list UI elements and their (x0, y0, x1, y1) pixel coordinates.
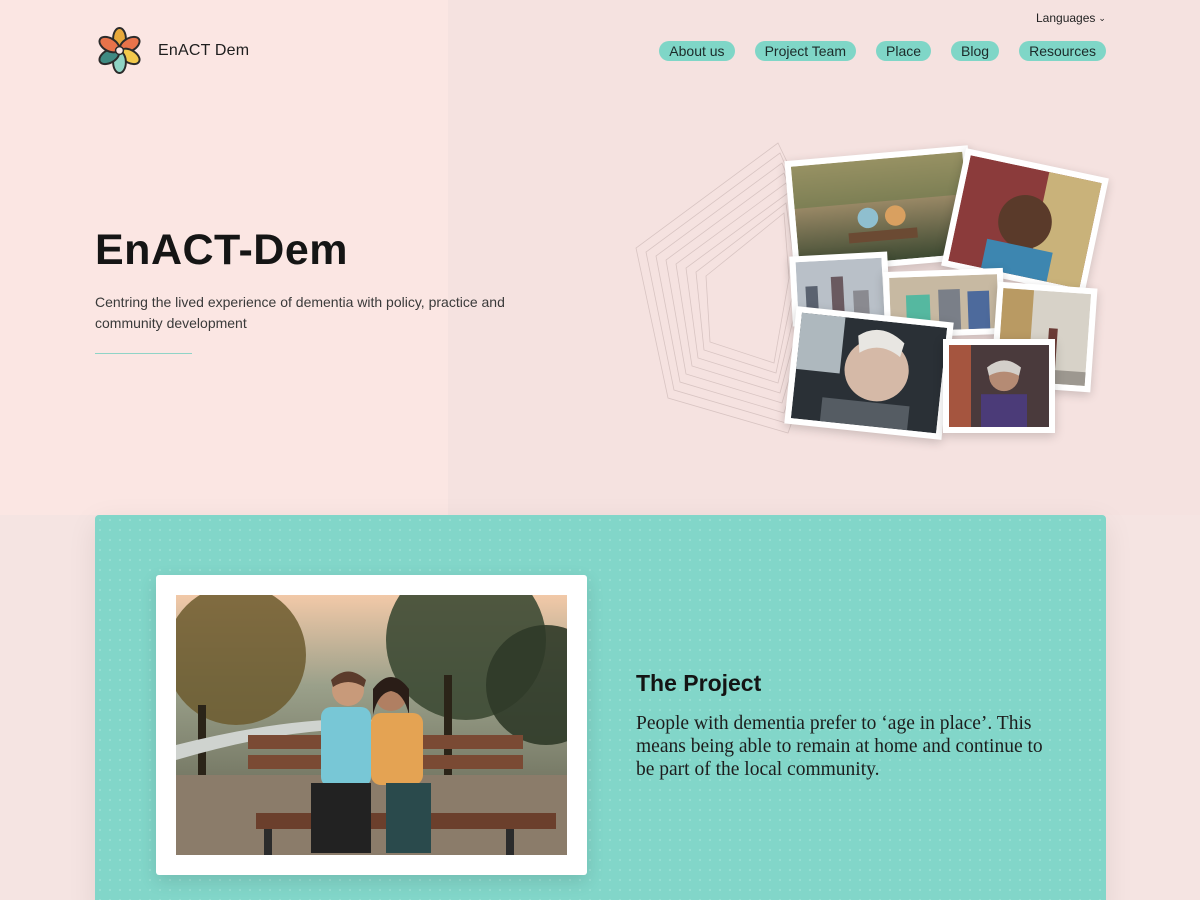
nav-place[interactable]: Place (876, 41, 932, 61)
languages-dropdown[interactable]: Languages ⌄ (1036, 11, 1106, 25)
flower-logo-icon (98, 26, 141, 75)
project-title: The Project (636, 670, 762, 696)
project-photo (166, 560, 606, 855)
hero-title: EnACT-Dem (95, 226, 348, 274)
nav-project-team[interactable]: Project Team (754, 41, 857, 61)
nav-blog[interactable]: Blog (951, 41, 1000, 61)
main-nav: About us Project Team Place Blog Resourc… (659, 41, 1106, 61)
languages-label: Languages (1036, 11, 1096, 25)
nav-resources[interactable]: Resources (1019, 41, 1106, 61)
collage-photo-7 (943, 339, 1055, 433)
site-logo[interactable]: EnACT Dem (95, 26, 249, 75)
project-photo-frame (156, 560, 606, 875)
hero-divider (95, 353, 192, 354)
collage-photo-6 (784, 306, 954, 440)
logo-text: EnACT Dem (158, 41, 250, 59)
project-description: People with dementia prefer to ‘age in p… (636, 713, 1043, 780)
hero-subtitle: Centring the lived experience of dementi… (95, 294, 505, 331)
nav-about-us[interactable]: About us (659, 41, 735, 61)
chevron-down-icon: ⌄ (1098, 13, 1106, 23)
